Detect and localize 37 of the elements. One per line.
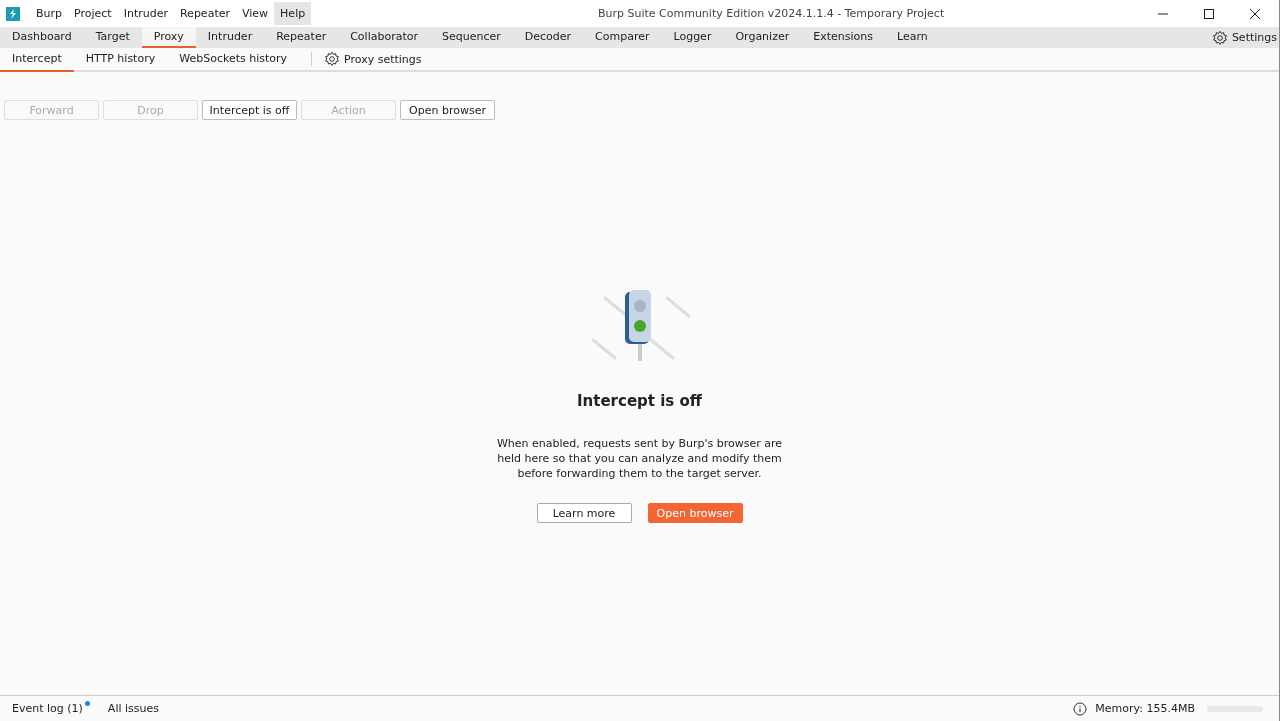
empty-state-description: When enabled, requests sent by Burp's browser are held here so that you can analyze and modify them before forwarding them to the target server. <box>495 436 784 481</box>
empty-state-title: Intercept is off <box>577 392 702 410</box>
memory-usage: Memory: 155.4MB <box>1095 702 1195 715</box>
all-issues-link[interactable]: All issues <box>107 702 159 715</box>
menu-item[interactable]: Repeater <box>173 2 236 25</box>
menu-item[interactable]: Burp <box>30 2 69 25</box>
proxy-subtab[interactable]: HTTP history <box>73 48 168 70</box>
settings-icon[interactable] <box>324 51 341 67</box>
main-tab[interactable]: Sequencer <box>430 27 513 48</box>
menu-item[interactable]: Intruder <box>117 2 174 25</box>
main-tab[interactable]: Comparer <box>583 27 662 48</box>
main-tab[interactable]: Extensions <box>801 27 885 48</box>
menu-item[interactable]: View <box>236 2 275 25</box>
proxy-subtab[interactable]: Intercept <box>0 48 74 72</box>
menu-item[interactable]: Project <box>68 2 118 25</box>
main-tab[interactable]: Learn <box>884 27 940 48</box>
proxy-settings-link[interactable]: Proxy settings <box>344 52 424 66</box>
toolbar-button[interactable]: Open browser <box>400 100 495 120</box>
proxy-subtab[interactable]: WebSockets history <box>167 48 300 70</box>
main-tab[interactable]: Decoder <box>512 27 584 48</box>
toolbar-button[interactable]: Intercept is off <box>202 100 297 120</box>
main-tab[interactable]: Proxy <box>141 27 196 48</box>
main-tab[interactable]: Collaborator <box>338 27 430 48</box>
learn-more-button[interactable]: Learn more <box>536 503 632 523</box>
app-logo-icon <box>6 6 20 21</box>
window-title: Burp Suite Community Edition v2024.1.1.4 - Temporary Project <box>596 7 946 20</box>
info-icon <box>1073 701 1088 716</box>
main-tab[interactable]: Target <box>83 27 142 48</box>
main-tab[interactable]: Repeater <box>264 27 339 48</box>
main-tab[interactable]: Organizer <box>723 27 802 48</box>
main-tab[interactable]: Logger <box>661 27 724 48</box>
main-tab[interactable]: Intruder <box>195 27 265 48</box>
settings-link[interactable]: Settings <box>1231 31 1279 44</box>
settings-icon[interactable] <box>1211 29 1228 46</box>
menu-item[interactable]: Help <box>274 2 312 25</box>
main-tab[interactable]: Dashboard <box>0 27 84 48</box>
event-log-link[interactable]: Event log (1) <box>12 702 83 715</box>
